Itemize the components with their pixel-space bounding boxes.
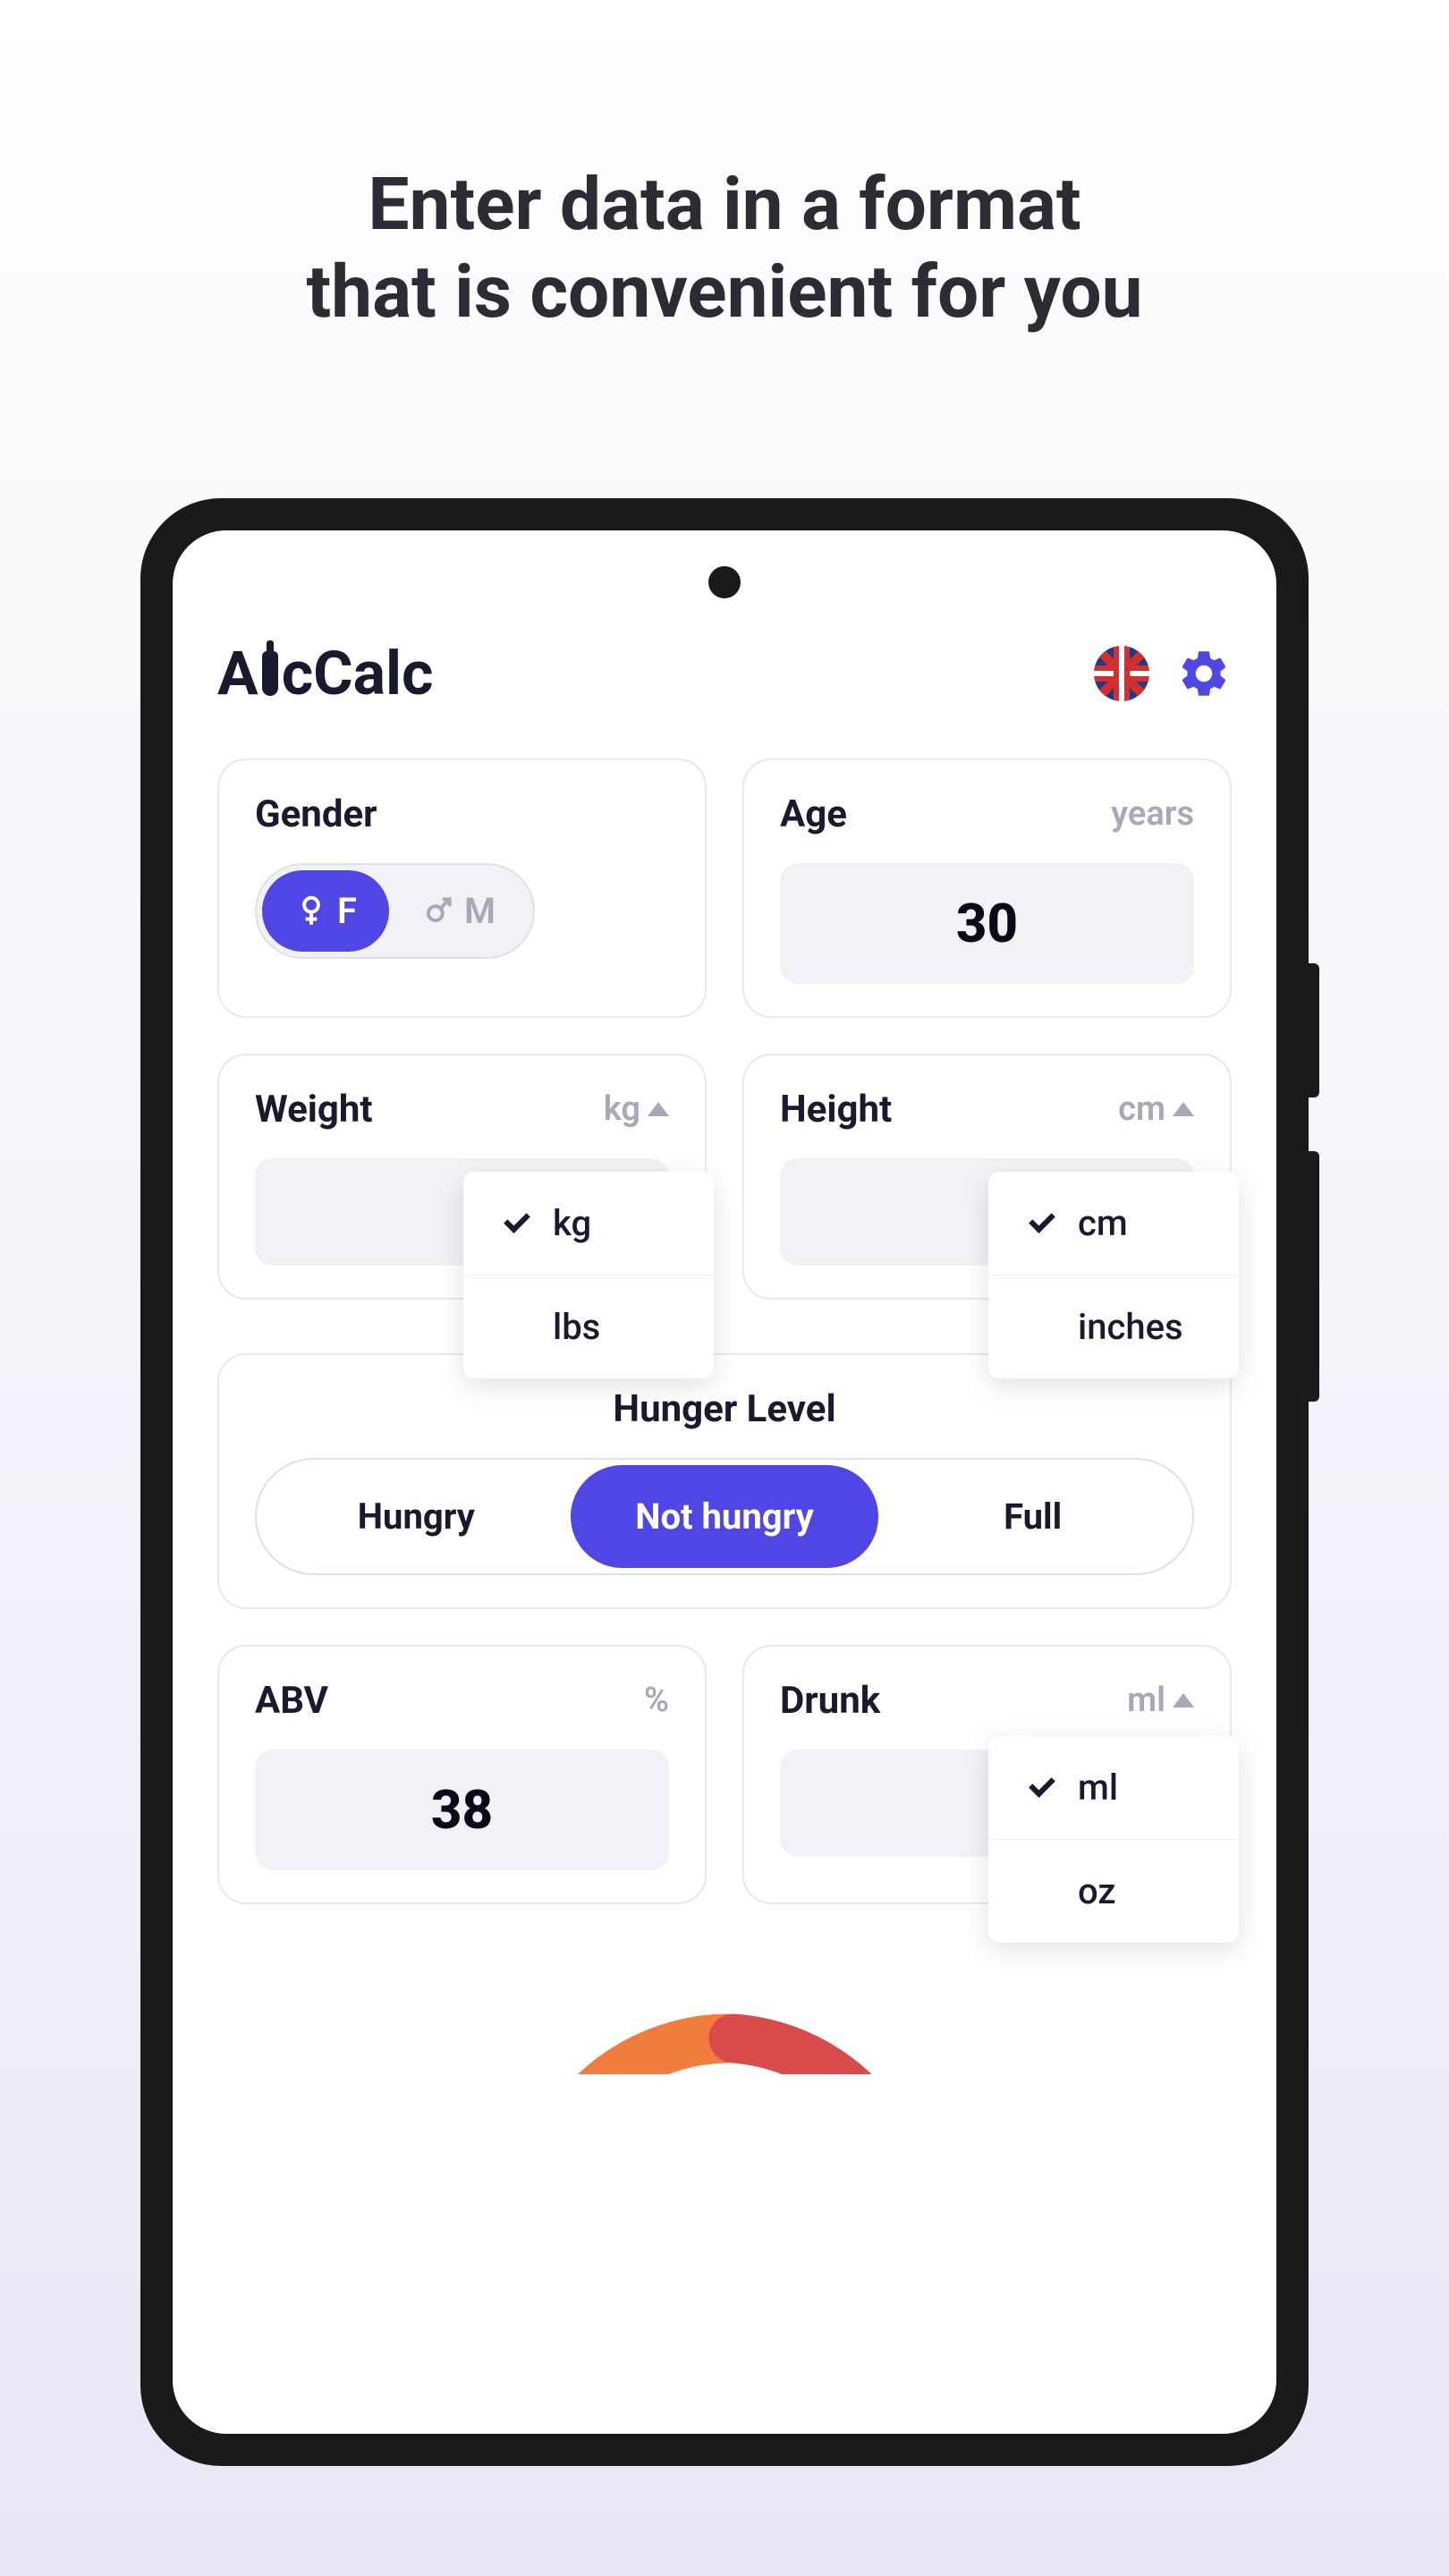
hunger-toggle: Hungry Not hungry Full	[255, 1458, 1194, 1575]
weight-unit-option-kg[interactable]: kg	[463, 1172, 714, 1275]
check-icon	[503, 1212, 531, 1233]
promo-heading: Enter data in a format that is convenien…	[0, 0, 1449, 337]
height-unit-dropdown: cm inches	[988, 1172, 1239, 1378]
phone-screen: AcCalc	[173, 530, 1276, 2434]
gender-card: Gender F M	[217, 758, 707, 1018]
chevron-up-icon	[1173, 1102, 1194, 1116]
weight-unit-option-lbs[interactable]: lbs	[463, 1275, 714, 1378]
gender-label: Gender	[255, 792, 377, 836]
weight-card: Weight kg kg lb	[217, 1054, 707, 1300]
abv-card: ABV % 38	[217, 1645, 707, 1904]
weight-label: Weight	[255, 1088, 373, 1131]
gender-male-option[interactable]: M	[389, 870, 528, 952]
phone-frame: AcCalc	[140, 498, 1309, 2466]
weight-unit-selector[interactable]: kg	[604, 1089, 669, 1129]
height-unit-option-inches[interactable]: inches	[988, 1275, 1239, 1378]
hunger-card: Hunger Level Hungry Not hungry Full	[217, 1353, 1232, 1609]
phone-side-button	[1309, 963, 1319, 1097]
phone-side-button	[1309, 1151, 1319, 1402]
check-icon	[1028, 1212, 1056, 1233]
hunger-option-not-hungry[interactable]: Not hungry	[571, 1465, 879, 1568]
gender-female-option[interactable]: F	[262, 870, 389, 952]
drunk-unit-selector[interactable]: ml	[1127, 1681, 1194, 1720]
height-label: Height	[780, 1088, 892, 1131]
gauge-card	[217, 1940, 1232, 2074]
chevron-up-icon	[648, 1102, 669, 1116]
hunger-option-hungry[interactable]: Hungry	[262, 1465, 571, 1568]
chevron-up-icon	[1173, 1693, 1194, 1707]
drunk-unit-option-oz[interactable]: oz	[988, 1840, 1239, 1943]
drunk-unit-dropdown: ml oz	[988, 1736, 1239, 1943]
language-flag-icon[interactable]	[1094, 646, 1149, 701]
drunk-card: Drunk ml ml oz	[742, 1645, 1232, 1904]
app-header: AcCalc	[217, 638, 1232, 709]
age-label: Age	[780, 792, 847, 836]
check-icon	[1028, 1776, 1056, 1798]
weight-unit-dropdown: kg lbs	[463, 1172, 714, 1378]
male-icon	[421, 894, 455, 928]
age-card: Age years 30	[742, 758, 1232, 1018]
drunk-unit-option-ml[interactable]: ml	[988, 1736, 1239, 1840]
female-icon	[294, 894, 328, 928]
height-card: Height cm cm in	[742, 1054, 1232, 1300]
abv-unit: %	[644, 1681, 669, 1720]
age-input[interactable]: 30	[780, 863, 1194, 984]
phone-camera	[708, 566, 741, 598]
result-gauge	[456, 1967, 993, 2074]
abv-label: ABV	[255, 1679, 328, 1723]
settings-gear-icon[interactable]	[1176, 646, 1232, 701]
bottle-icon	[262, 651, 278, 696]
hunger-option-full[interactable]: Full	[878, 1465, 1187, 1568]
abv-input[interactable]: 38	[255, 1750, 669, 1870]
height-unit-selector[interactable]: cm	[1118, 1089, 1194, 1129]
app-logo: AcCalc	[217, 638, 433, 709]
age-unit: years	[1111, 794, 1194, 834]
height-unit-option-cm[interactable]: cm	[988, 1172, 1239, 1275]
hunger-label: Hunger Level	[255, 1387, 1194, 1431]
drunk-label: Drunk	[780, 1679, 880, 1723]
gender-toggle[interactable]: F M	[255, 863, 535, 959]
